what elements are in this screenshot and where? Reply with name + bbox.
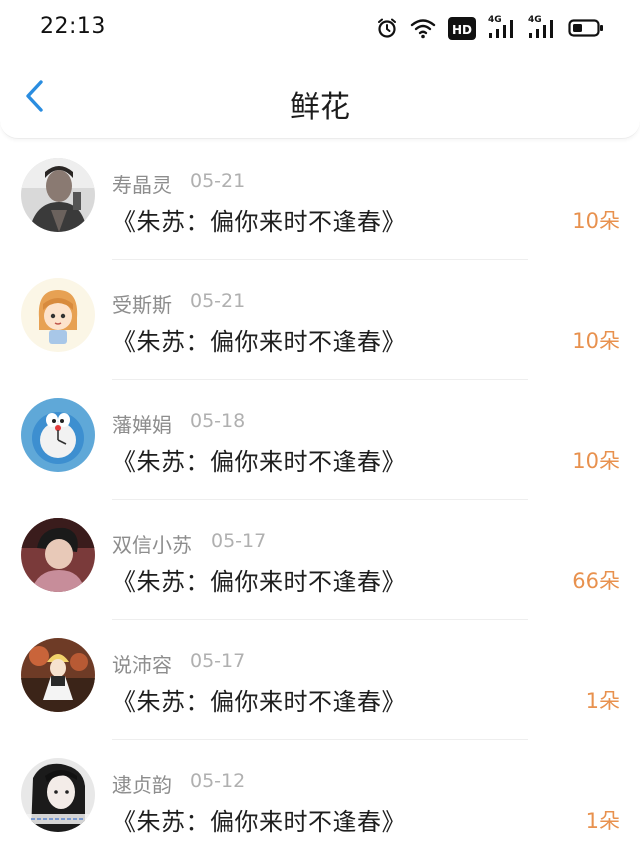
wifi-icon [410, 17, 436, 39]
user-name: 双信小苏 [112, 533, 192, 557]
list-item[interactable]: 说沛容 05-17 《朱苏：偏你来时不逢春》 1朵 [0, 620, 640, 740]
post-date: 05-21 [190, 170, 246, 192]
post-date: 05-17 [190, 650, 246, 672]
page-title: 鲜花 [290, 90, 350, 125]
flower-count: 10朵 [572, 449, 620, 473]
avatar[interactable] [21, 158, 95, 232]
list-item[interactable]: 双信小苏 05-17 《朱苏：偏你来时不逢春》 66朵 [0, 500, 640, 620]
avatar[interactable] [21, 758, 95, 832]
post-date: 05-17 [211, 530, 267, 552]
status-icons: HD 4G 4G [376, 14, 604, 42]
flower-count: 1朵 [585, 809, 620, 833]
user-name: 说沛容 [112, 653, 172, 677]
hd-icon: HD [447, 16, 476, 40]
user-name: 藩婵娟 [112, 413, 172, 437]
avatar[interactable] [21, 398, 95, 472]
post-date: 05-21 [190, 290, 246, 312]
list-item[interactable]: 寿晶灵 05-21 《朱苏：偏你来时不逢春》 10朵 [0, 140, 640, 260]
book-title: 《朱苏：偏你来时不逢春》 [112, 808, 406, 836]
book-title: 《朱苏：偏你来时不逢春》 [112, 688, 406, 716]
list-item[interactable]: 受斯斯 05-21 《朱苏：偏你来时不逢春》 10朵 [0, 260, 640, 380]
alarm-icon [376, 17, 398, 39]
flower-count: 10朵 [572, 209, 620, 233]
flower-list: 寿晶灵 05-21 《朱苏：偏你来时不逢春》 10朵 受斯斯 05-21 《朱苏… [0, 140, 640, 860]
signal-4g-icon: 4G [488, 15, 516, 39]
flower-count: 10朵 [572, 329, 620, 353]
user-name: 寿晶灵 [112, 173, 172, 197]
book-title: 《朱苏：偏你来时不逢春》 [112, 208, 406, 236]
battery-icon [568, 17, 604, 39]
avatar[interactable] [21, 518, 95, 592]
avatar[interactable] [21, 638, 95, 712]
flower-count: 66朵 [572, 569, 620, 593]
user-name: 逮贞韵 [112, 773, 172, 797]
status-bar: 22:13 HD 4G 4G [0, 0, 640, 56]
post-date: 05-18 [190, 410, 246, 432]
avatar[interactable] [21, 278, 95, 352]
flower-count: 1朵 [585, 689, 620, 713]
status-time: 22:13 [40, 14, 106, 39]
list-item[interactable]: 藩婵娟 05-18 《朱苏：偏你来时不逢春》 10朵 [0, 380, 640, 500]
book-title: 《朱苏：偏你来时不逢春》 [112, 568, 406, 596]
list-item[interactable]: 逮贞韵 05-12 《朱苏：偏你来时不逢春》 1朵 [0, 740, 640, 860]
hd-label: HD [451, 22, 472, 37]
signal-4g-icon: 4G [528, 15, 556, 39]
post-date: 05-12 [190, 770, 246, 792]
header: 鲜花 [0, 56, 640, 139]
book-title: 《朱苏：偏你来时不逢春》 [112, 448, 406, 476]
book-title: 《朱苏：偏你来时不逢春》 [112, 328, 406, 356]
user-name: 受斯斯 [112, 293, 172, 317]
screen: 22:13 HD 4G 4G 鲜花 寿晶灵 05-21 《朱苏：偏你来时不逢春》… [0, 0, 640, 860]
